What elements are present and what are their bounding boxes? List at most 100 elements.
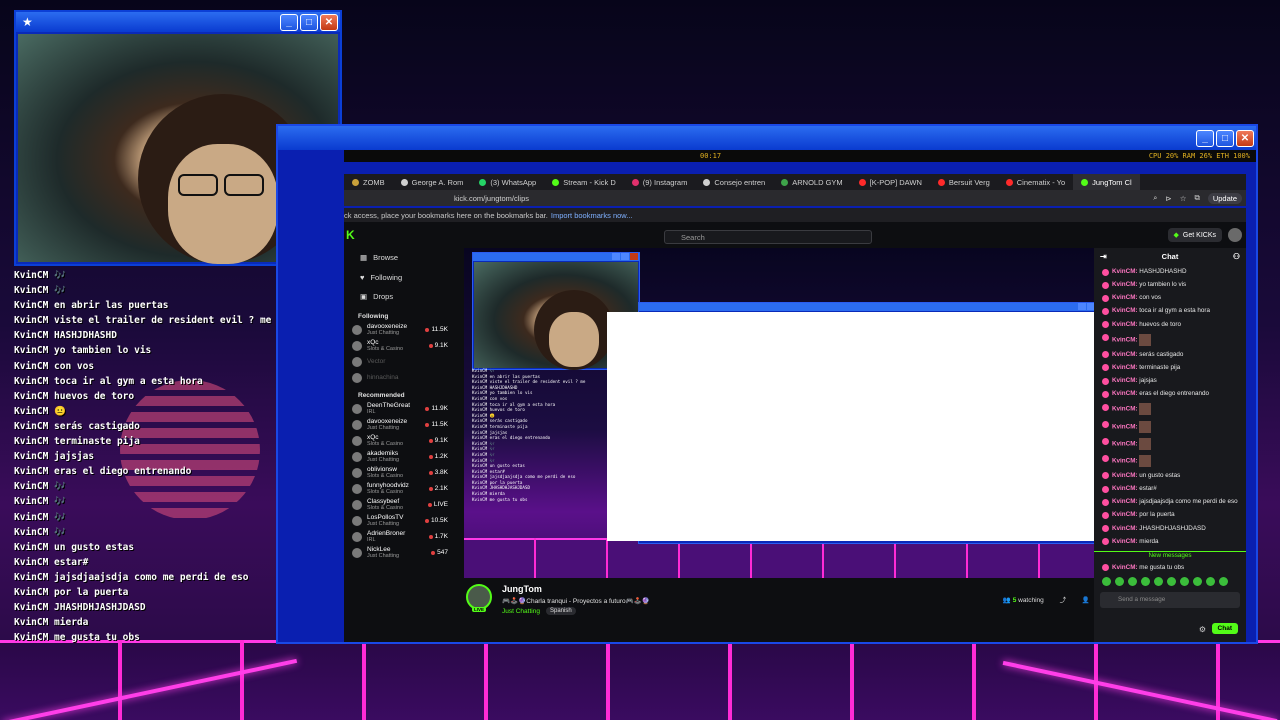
browser-tab[interactable]: JungTom Cl xyxy=(1073,174,1140,190)
streamer-name[interactable]: JungTom xyxy=(502,584,542,594)
channel-item[interactable]: oblivionsw Slots & Casino 3.8K xyxy=(344,465,456,481)
browser-tab[interactable]: [K-POP] DAWN xyxy=(851,178,930,187)
channel-name: LosPollosTV xyxy=(367,514,404,521)
browser-tab[interactable]: ARNOLD GYM xyxy=(773,178,850,187)
channel-viewers: 1.7K xyxy=(428,533,448,540)
chat-message-body: KvinCM: HASHJDHASHD xyxy=(1112,268,1187,276)
channel-item[interactable]: LosPollosTV Just Chatting 10.5K xyxy=(344,513,456,529)
channel-item[interactable]: AdrienBroner IRL 1.7K xyxy=(344,529,456,545)
chat-input[interactable]: Send a message xyxy=(1100,591,1240,608)
sidebar-item-drops[interactable]: ▣ Drops xyxy=(344,287,456,307)
chat-username[interactable]: KvinCM: xyxy=(1112,294,1138,301)
chat-username[interactable]: KvinCM: xyxy=(1112,485,1138,492)
chat-username[interactable]: KvinCM: xyxy=(1112,364,1138,371)
emote-icon[interactable] xyxy=(1180,576,1189,586)
chat-username[interactable]: KvinCM: xyxy=(1112,351,1138,358)
channel-item[interactable]: xQc Slots & Casino 9.1K xyxy=(344,338,456,354)
chat-username[interactable]: KvinCM: xyxy=(1112,268,1138,275)
emote-icon[interactable] xyxy=(1102,576,1111,586)
emote-icon[interactable] xyxy=(1115,576,1124,586)
cast-icon[interactable]: ⊳ xyxy=(1165,194,1171,203)
channel-name: AdrienBroner xyxy=(367,530,406,537)
url-text[interactable]: kick.com/jungtom/clips xyxy=(454,194,529,203)
browser-tab[interactable]: George A. Rom xyxy=(393,178,472,187)
channel-item[interactable]: funnyhoodvidz Slots & Casino 2.1K xyxy=(344,481,456,497)
emote-icon[interactable] xyxy=(1141,576,1150,586)
kick-logo[interactable]: K xyxy=(346,228,355,242)
emote-icon[interactable] xyxy=(1128,576,1137,586)
channel-item[interactable]: NickLee Just Chatting 547 xyxy=(344,545,456,561)
chat-username[interactable]: KvinCM: xyxy=(1112,281,1138,288)
emote-icon[interactable] xyxy=(1206,576,1215,586)
sidebar-item-browse[interactable]: ▦ Browse xyxy=(344,248,456,268)
chat-username[interactable]: KvinCM: xyxy=(1112,390,1138,397)
channel-item[interactable]: hinnachina xyxy=(344,370,456,386)
chat-username[interactable]: KvinCM: xyxy=(1112,440,1138,447)
share-icon[interactable]: ⤴ xyxy=(1060,597,1067,604)
language-tag[interactable]: Spanish xyxy=(546,607,576,615)
channel-item[interactable]: DeenTheGreat IRL 11.9K xyxy=(344,401,456,417)
video-player[interactable]: KvinCM 🎶 KvinCM en abrir las puertas KvinC… xyxy=(464,248,1120,578)
chat-username[interactable]: KvinCM: xyxy=(1112,307,1138,314)
search-input[interactable]: Search xyxy=(664,230,872,244)
chat-username[interactable]: KvinCM: xyxy=(1112,377,1138,384)
send-chat-button[interactable]: Chat xyxy=(1211,623,1238,634)
chat-username[interactable]: KvinCM: xyxy=(1112,472,1138,479)
chat-username[interactable]: KvinCM: xyxy=(1112,423,1138,430)
chat-username[interactable]: KvinCM: xyxy=(1112,538,1138,545)
browser-tab[interactable]: (3) WhatsApp xyxy=(471,178,544,187)
follow-icon[interactable]: 👤 xyxy=(1082,597,1090,604)
collapse-chat-icon[interactable]: ⇥ xyxy=(1100,252,1107,261)
bookmarks-bar: ck access, place your bookmarks here on … xyxy=(344,208,1246,222)
channel-item[interactable]: davooxeneize Just Chatting 11.5K xyxy=(344,417,456,433)
category-link[interactable]: Just Chatting xyxy=(502,608,540,615)
browser-tab[interactable]: ZOMB xyxy=(344,178,393,187)
gear-icon[interactable]: ⚙ xyxy=(1199,625,1206,634)
new-messages-divider[interactable]: New messages xyxy=(1094,550,1246,560)
channel-item[interactable]: akademiks Just Chatting 1.2K xyxy=(344,449,456,465)
maximize-button[interactable]: □ xyxy=(300,13,318,31)
emote-icon[interactable] xyxy=(1193,576,1202,586)
sidebar-item-following[interactable]: ♥ Following xyxy=(344,268,456,288)
star-icon[interactable]: ☆ xyxy=(1180,194,1187,203)
chat-username[interactable]: KvinCM: xyxy=(1112,406,1138,413)
browser-tab[interactable]: Stream - Kick D xyxy=(544,178,624,187)
chat-username[interactable]: KvinCM: xyxy=(1112,525,1138,532)
emote-icon[interactable] xyxy=(1167,576,1176,586)
close-button[interactable]: ✕ xyxy=(1236,129,1254,147)
channel-item[interactable]: Classybeef Slots & Casino LIVE xyxy=(344,497,456,513)
chat-username[interactable]: KvinCM: xyxy=(1112,564,1138,571)
chat-username[interactable]: KvinCM: xyxy=(1112,498,1138,505)
users-icon[interactable]: ⚇ xyxy=(1233,252,1240,261)
chat-username[interactable]: KvinCM: xyxy=(1112,458,1138,465)
minimize-button[interactable]: _ xyxy=(280,13,298,31)
browser-tab[interactable]: Cinematix - Yo xyxy=(998,178,1073,187)
close-button[interactable]: ✕ xyxy=(320,13,338,31)
channel-item[interactable]: Vector xyxy=(344,354,456,370)
browser-capture-titlebar[interactable]: _ □ ✕ xyxy=(278,126,1256,150)
get-kicks-button[interactable]: ◆ Get KICKs xyxy=(1167,228,1222,242)
browser-tab[interactable]: (9) Instagram xyxy=(624,178,696,187)
search-icon[interactable]: ⌕ xyxy=(1153,193,1157,203)
chat-username[interactable]: KvinCM: xyxy=(1112,321,1138,328)
browser-tab[interactable]: Consejo entren xyxy=(695,178,773,187)
browser-tab[interactable]: Bersuit Verg xyxy=(930,178,998,187)
webcam-titlebar[interactable]: ★ _ □ ✕ xyxy=(16,12,340,32)
update-button[interactable]: Update xyxy=(1207,192,1242,204)
channel-item[interactable]: davooxeneize Just Chatting 11.5K xyxy=(344,322,456,338)
extensions-icon[interactable]: ⧉ xyxy=(1194,193,1199,203)
glasses-decoration xyxy=(224,174,264,196)
overlay-chat-line: KvinCM 🎶 xyxy=(14,270,66,281)
minimize-button[interactable]: _ xyxy=(1196,129,1214,147)
emote-icon[interactable] xyxy=(1154,576,1163,586)
chat-username[interactable]: KvinCM: xyxy=(1112,336,1138,343)
maximize-button[interactable]: □ xyxy=(1216,129,1234,147)
chat-username[interactable]: KvinCM: xyxy=(1112,511,1138,518)
user-badge-icon xyxy=(1102,403,1109,411)
browser-capture-window[interactable]: _ □ ✕ 00:17 CPU 20% RAM 26% ETH 100% ZOM… xyxy=(276,124,1258,644)
channel-item[interactable]: xQc Slots & Casino 9.1K xyxy=(344,433,456,449)
address-bar[interactable]: kick.com/jungtom/clips ⌕ ⊳ ☆ ⧉ Update xyxy=(344,190,1246,206)
import-bookmarks-link[interactable]: Import bookmarks now... xyxy=(551,211,633,220)
emote-icon[interactable] xyxy=(1219,576,1228,586)
avatar[interactable] xyxy=(1228,228,1242,242)
